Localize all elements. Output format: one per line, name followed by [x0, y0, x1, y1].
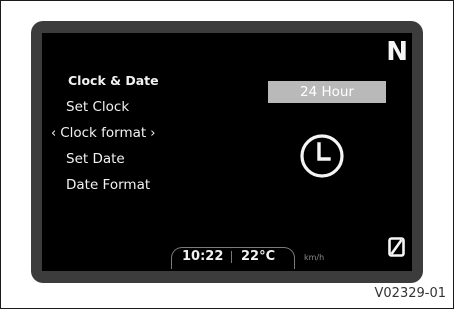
menu-item-label: Set Date — [66, 151, 125, 167]
gear-indicator: N — [386, 37, 408, 67]
status-temperature: 22°C — [241, 249, 276, 264]
menu-item-label: Clock format — [60, 125, 147, 141]
chevron-left-icon: ‹ — [51, 126, 57, 141]
zero-icon — [388, 237, 405, 257]
menu-item-label: Set Clock — [66, 99, 130, 115]
clock-format-value: 24 Hour — [268, 81, 386, 103]
menu-item-set-clock[interactable]: Set Clock — [66, 99, 129, 115]
status-divider — [231, 251, 232, 263]
clock-icon — [300, 134, 344, 178]
menu-item-clock-format[interactable]: ‹ Clock format › — [51, 125, 155, 141]
chevron-right-icon: › — [150, 126, 156, 141]
figure-frame: Clock & Date Set Clock ‹ Clock format › Se… — [0, 0, 454, 309]
figure-code: V02329-01 — [374, 286, 446, 301]
menu-title: Clock & Date — [68, 73, 159, 88]
menu-item-date-format[interactable]: Date Format — [66, 177, 150, 193]
status-time: 10:22 — [182, 249, 224, 264]
menu-item-set-date[interactable]: Set Date — [66, 151, 125, 167]
menu-item-label: Date Format — [66, 177, 151, 193]
speed-unit: km/h — [304, 253, 325, 262]
instrument-display: Clock & Date Set Clock ‹ Clock format › Se… — [42, 33, 412, 271]
